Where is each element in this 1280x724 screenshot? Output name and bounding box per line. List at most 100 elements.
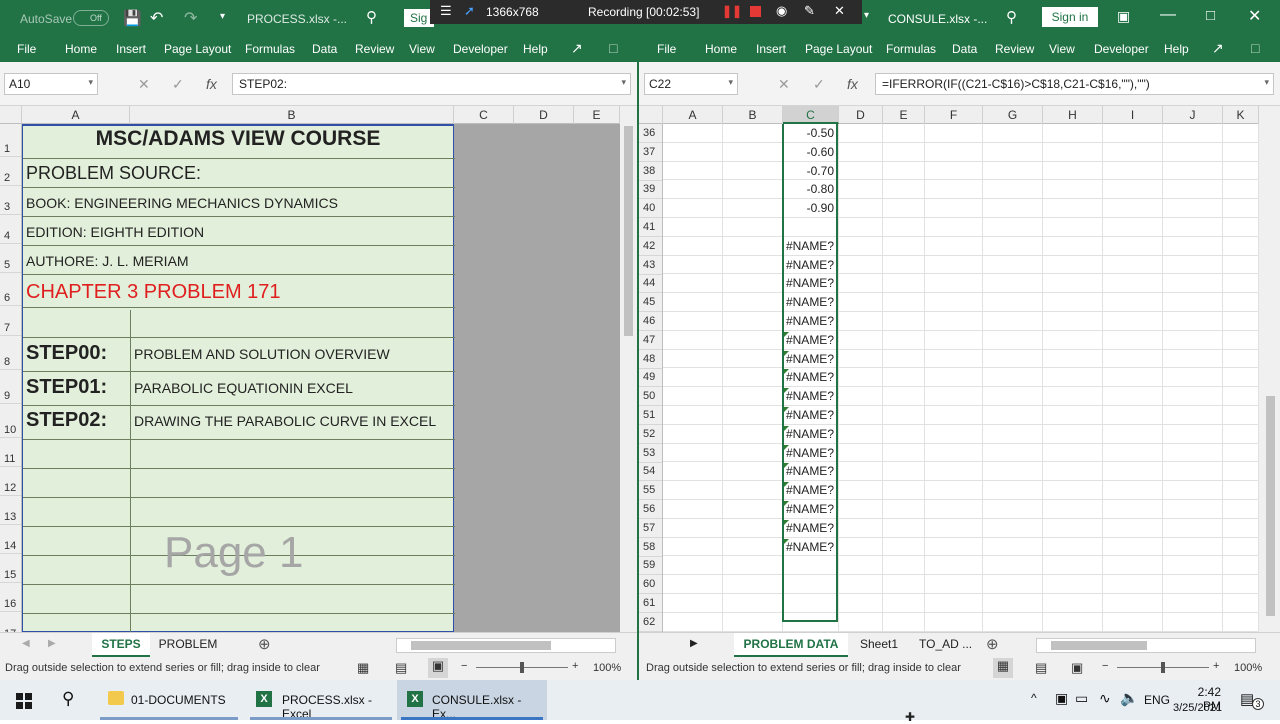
menu-data[interactable]: Data [952, 42, 977, 56]
row-header[interactable]: 46 [639, 312, 662, 331]
col-header-a[interactable]: A [22, 106, 130, 124]
col-header-b[interactable]: B [723, 106, 783, 124]
horizontal-scrollbar[interactable] [396, 638, 616, 653]
row-header[interactable]: 36 [639, 124, 662, 143]
row-header[interactable]: 40 [639, 199, 662, 218]
minimize-icon[interactable]: — [1160, 6, 1176, 24]
row-header[interactable]: 10 [0, 404, 21, 438]
name-box[interactable]: C22 ▾ [644, 73, 738, 95]
col-header-d[interactable]: D [514, 106, 574, 124]
col-header-e[interactable]: E [574, 106, 620, 124]
page-layout-view-icon[interactable]: ▤ [395, 660, 407, 676]
insert-function-icon[interactable]: fx [847, 76, 858, 92]
comments-icon[interactable]: □ [1251, 40, 1259, 56]
cell-author[interactable]: AUTHORE: J. L. MERIAM [26, 253, 189, 269]
row-header[interactable]: 14 [0, 525, 21, 554]
close-icon[interactable]: ✕ [1248, 6, 1261, 26]
col-header-d[interactable]: D [839, 106, 883, 124]
cell-step00-desc[interactable]: PROBLEM AND SOLUTION OVERVIEW [134, 346, 390, 362]
row-header[interactable]: 8 [0, 336, 21, 370]
col-header-k[interactable]: K [1223, 106, 1259, 124]
pause-icon[interactable]: ❚❚ [722, 4, 742, 18]
new-sheet-icon[interactable]: ⊕ [986, 635, 999, 653]
row-header[interactable]: 55 [639, 481, 662, 500]
zoom-slider[interactable] [476, 662, 568, 673]
cell-step01-desc[interactable]: PARABOLIC EQUATIONIN EXCEL [134, 380, 353, 396]
col-header-f[interactable]: F [925, 106, 983, 124]
row-header[interactable]: 12 [0, 467, 21, 496]
row-header[interactable]: 16 [0, 583, 21, 612]
cell-step00[interactable]: STEP00: [26, 342, 107, 365]
tab-scroll-left-icon[interactable]: ◀ [22, 638, 30, 649]
customize-qat-icon[interactable]: ▾ [220, 11, 225, 22]
row-header[interactable]: 52 [639, 425, 662, 444]
menu-insert[interactable]: Insert [756, 42, 786, 56]
menu-developer[interactable]: Developer [453, 42, 508, 56]
selection-range[interactable] [782, 124, 838, 622]
menu-developer[interactable]: Developer [1094, 42, 1149, 56]
row-header[interactable]: 13 [0, 496, 21, 525]
redo-icon[interactable]: ↷ [184, 8, 197, 28]
col-header-i[interactable]: I [1103, 106, 1163, 124]
col-header-a[interactable]: A [663, 106, 723, 124]
formula-input[interactable]: =IFERROR(IF((C21-C$16)>C$18,C21-C$16,"")… [875, 73, 1274, 95]
menu-review[interactable]: Review [995, 42, 1034, 56]
row-header[interactable]: 37 [639, 143, 662, 162]
notifications-icon[interactable]: ▤ 3 [1240, 690, 1264, 710]
row-header[interactable]: 4 [0, 215, 21, 244]
name-box[interactable]: A10 ▾ [4, 73, 98, 95]
autosave-toggle[interactable]: Off [73, 10, 109, 26]
menu-insert[interactable]: Insert [116, 42, 146, 56]
start-button[interactable] [0, 680, 48, 720]
menu-file[interactable]: File [657, 42, 676, 56]
camera-icon[interactable]: ◉ [776, 3, 787, 19]
ribbon-display-icon[interactable]: ▣ [1117, 8, 1130, 25]
row-header[interactable]: 7 [0, 306, 21, 336]
cell-title[interactable]: MSC/ADAMS VIEW COURSE [22, 127, 454, 151]
row-header[interactable]: 2 [0, 157, 21, 186]
save-icon[interactable]: 💾 [123, 9, 142, 27]
zoom-in-icon[interactable]: + [572, 660, 578, 672]
sign-in-button[interactable]: Sign in [1042, 7, 1098, 27]
row-header[interactable]: 43 [639, 256, 662, 275]
volume-icon[interactable]: 🔈 [1120, 689, 1139, 707]
vertical-scrollbar[interactable] [1259, 106, 1280, 632]
col-header-j[interactable]: J [1163, 106, 1223, 124]
cancel-icon[interactable]: ✕ [778, 76, 790, 93]
row-header[interactable]: 60 [639, 575, 662, 594]
menu-formulas[interactable]: Formulas [886, 42, 936, 56]
menu-page-layout[interactable]: Page Layout [805, 42, 872, 56]
new-sheet-icon[interactable]: ⊕ [258, 635, 271, 653]
page-break-view-icon[interactable]: ▣ [428, 658, 448, 678]
maximize-icon[interactable]: □ [1206, 7, 1215, 24]
customize-qat-icon[interactable]: ▾ [864, 10, 869, 21]
row-header[interactable]: 58 [639, 538, 662, 557]
pen-icon[interactable]: ✎ [804, 3, 815, 19]
normal-view-icon[interactable]: ▦ [357, 660, 369, 676]
row-header[interactable]: 15 [0, 554, 21, 583]
chevron-up-icon[interactable]: ^ [1031, 691, 1037, 705]
row-header[interactable]: 51 [639, 406, 662, 425]
col-header-e[interactable]: E [883, 106, 925, 124]
zoom-out-icon[interactable]: − [1102, 660, 1108, 672]
tab-problem[interactable]: PROBLEM [155, 633, 221, 657]
language-indicator[interactable]: ENG [1144, 693, 1170, 707]
cell-problem-source[interactable]: PROBLEM SOURCE: [26, 163, 201, 184]
undo-icon[interactable]: ↶ [150, 8, 163, 28]
cell-edition[interactable]: EDITION: EIGHTH EDITION [26, 224, 204, 240]
tab-scroll-right-icon[interactable]: ▶ [48, 638, 56, 649]
menu-help[interactable]: Help [1164, 42, 1189, 56]
row-header[interactable]: 61 [639, 594, 662, 613]
comments-icon[interactable]: □ [609, 40, 617, 56]
pin-icon[interactable]: ➚ [464, 3, 475, 19]
row-header[interactable]: 53 [639, 444, 662, 463]
menu-data[interactable]: Data [312, 42, 337, 56]
tab-scroll-right-icon[interactable]: ▶ [690, 638, 698, 649]
menu-review[interactable]: Review [355, 42, 394, 56]
menu-formulas[interactable]: Formulas [245, 42, 295, 56]
share-icon[interactable]: ↗ [1212, 40, 1224, 57]
row-header[interactable]: 50 [639, 387, 662, 406]
horizontal-scrollbar[interactable] [1036, 638, 1256, 653]
zoom-level[interactable]: 100% [593, 662, 621, 674]
row-header[interactable]: 44 [639, 274, 662, 293]
